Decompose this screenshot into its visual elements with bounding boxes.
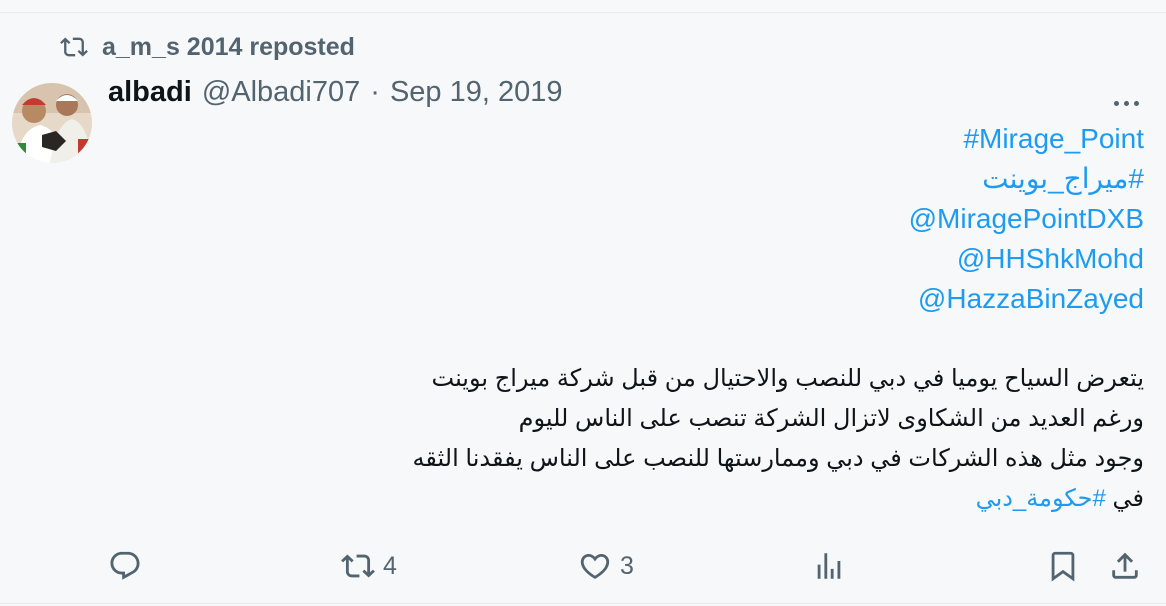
like-button[interactable]: 3 xyxy=(578,546,634,586)
more-dot xyxy=(1113,100,1119,106)
reply-button[interactable] xyxy=(108,546,150,586)
mention-link[interactable]: @HHShkMohd xyxy=(957,243,1144,274)
tweet-header: albadi @Albadi707 · Sep 19, 2019 xyxy=(108,76,562,110)
text-line: ورغم العديد من الشكاوى لاتزال الشركة تنص… xyxy=(518,405,1144,432)
tweet-text: #Mirage_Point #ميراج_بوينت @MiragePointD… xyxy=(404,119,1144,519)
more-dot xyxy=(1133,100,1139,106)
repost-icon xyxy=(341,554,375,578)
like-count: 3 xyxy=(620,551,634,580)
text-fragment: في xyxy=(1112,485,1144,512)
share-icon xyxy=(1112,552,1138,579)
tweet-card[interactable]: a_m_s 2014 reposted albadi @Albadi707 · … xyxy=(0,12,1166,604)
bookmark-button[interactable] xyxy=(1046,546,1080,586)
repost-label: a_m_s 2014 reposted xyxy=(102,32,355,61)
reply-icon xyxy=(110,551,140,580)
tweet-date[interactable]: Sep 19, 2019 xyxy=(390,76,563,109)
repost-count: 4 xyxy=(383,551,397,580)
avatar[interactable] xyxy=(12,83,92,163)
text-line: في #حكومة_دبي xyxy=(404,479,1144,519)
repost-icon xyxy=(60,37,88,57)
more-icon[interactable] xyxy=(1108,93,1144,113)
user-handle[interactable]: @Albadi707 xyxy=(202,76,360,109)
repost-button[interactable]: 4 xyxy=(341,546,397,586)
repost-context[interactable]: a_m_s 2014 reposted xyxy=(60,33,355,61)
separator-dot: · xyxy=(370,76,380,108)
hashtag-link[interactable]: #ميراج_بوينت xyxy=(982,163,1144,194)
text-line: يتعرض السياح يوميا في دبي للنصب والاحتيا… xyxy=(431,365,1145,392)
text-line: وجود مثل هذه الشركات في دبي وممارستها لل… xyxy=(412,445,1144,472)
bookmark-icon xyxy=(1051,551,1075,582)
hashtag-link[interactable]: #Mirage_Point xyxy=(963,123,1144,154)
mention-link[interactable]: @HazzaBinZayed xyxy=(918,283,1144,314)
action-bar: 4 3 xyxy=(108,546,1148,586)
page-background: a_m_s 2014 reposted albadi @Albadi707 · … xyxy=(0,0,1166,606)
hashtag-link[interactable]: #حكومة_دبي xyxy=(976,485,1106,512)
more-dot xyxy=(1123,100,1129,106)
heart-icon xyxy=(580,553,610,579)
views-button[interactable] xyxy=(812,546,854,586)
display-name[interactable]: albadi xyxy=(108,76,192,109)
mention-link[interactable]: @MiragePointDXB xyxy=(909,203,1144,234)
share-button[interactable] xyxy=(1108,546,1142,586)
analytics-icon xyxy=(817,553,841,579)
avatar-image xyxy=(12,83,92,163)
